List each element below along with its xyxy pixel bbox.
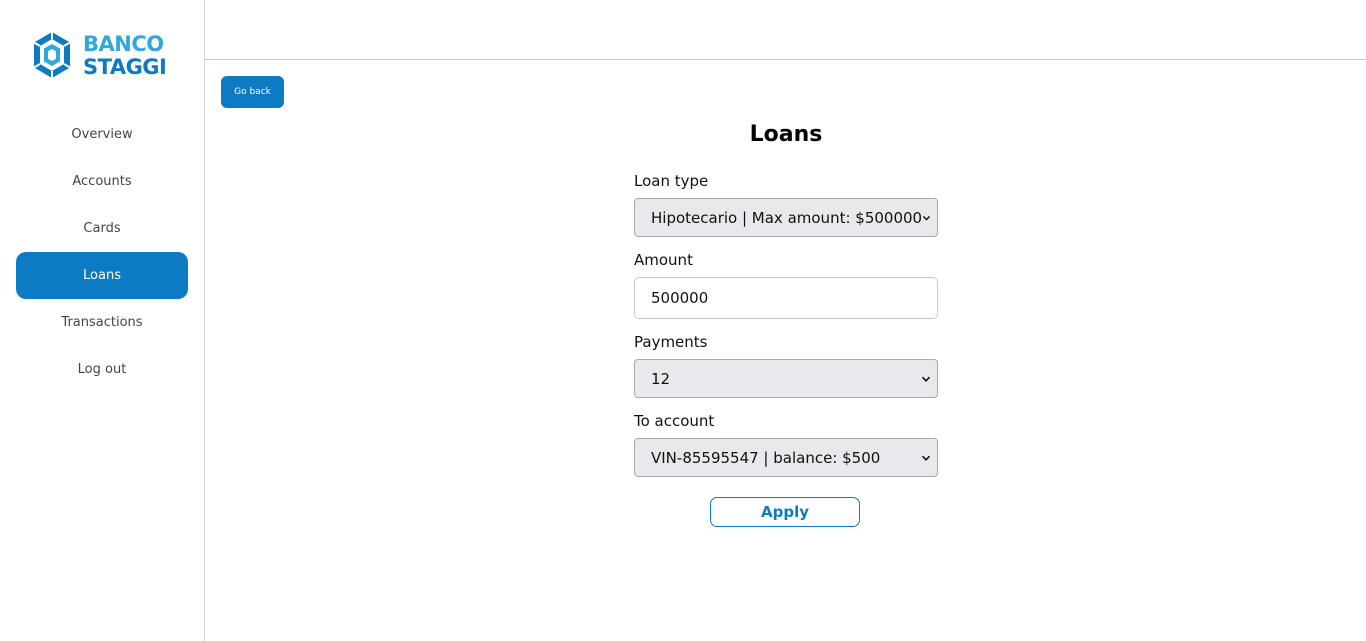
top-bar <box>205 0 1366 60</box>
brand-logo[interactable]: BANCO STAGGI <box>30 30 180 80</box>
go-back-button[interactable]: Go back <box>221 76 284 108</box>
loan-type-value: Hipotecario | Max amount: $500000 <box>651 208 923 227</box>
loan-type-label: Loan type <box>634 172 709 190</box>
banco-staggi-logo-icon <box>33 32 71 78</box>
amount-input[interactable]: 500000 <box>634 277 938 319</box>
payments-select[interactable]: 12 <box>634 359 938 398</box>
apply-button[interactable]: Apply <box>710 497 860 527</box>
sidebar: BANCO STAGGI Overview Accounts Cards Loa… <box>0 0 205 641</box>
payments-label: Payments <box>634 333 708 351</box>
loan-type-select[interactable]: Hipotecario | Max amount: $500000 <box>634 198 938 237</box>
sidebar-item-overview[interactable]: Overview <box>16 111 188 158</box>
sidebar-item-accounts[interactable]: Accounts <box>16 158 188 205</box>
sidebar-item-transactions[interactable]: Transactions <box>16 299 188 346</box>
chevron-down-icon <box>921 455 931 461</box>
amount-label: Amount <box>634 251 693 269</box>
app-root: BANCO STAGGI Overview Accounts Cards Loa… <box>0 0 1366 641</box>
sidebar-item-loans[interactable]: Loans <box>16 252 188 299</box>
brand-wordmark: BANCO STAGGI <box>83 32 167 79</box>
to-account-label: To account <box>634 412 715 430</box>
sidebar-item-log-out[interactable]: Log out <box>16 346 188 393</box>
sidebar-item-cards[interactable]: Cards <box>16 205 188 252</box>
chevron-down-icon <box>921 376 931 382</box>
brand-line-1: BANCO <box>83 32 164 56</box>
brand-line-2: STAGGI <box>83 55 167 79</box>
page-title: Loans <box>749 122 823 147</box>
to-account-value: VIN-85595547 | balance: $500 <box>651 448 881 467</box>
payments-value: 12 <box>651 369 671 388</box>
to-account-select[interactable]: VIN-85595547 | balance: $500 <box>634 438 938 477</box>
chevron-down-icon <box>922 215 931 221</box>
amount-value: 500000 <box>651 289 709 307</box>
sidebar-nav: Overview Accounts Cards Loans Transactio… <box>16 111 188 393</box>
